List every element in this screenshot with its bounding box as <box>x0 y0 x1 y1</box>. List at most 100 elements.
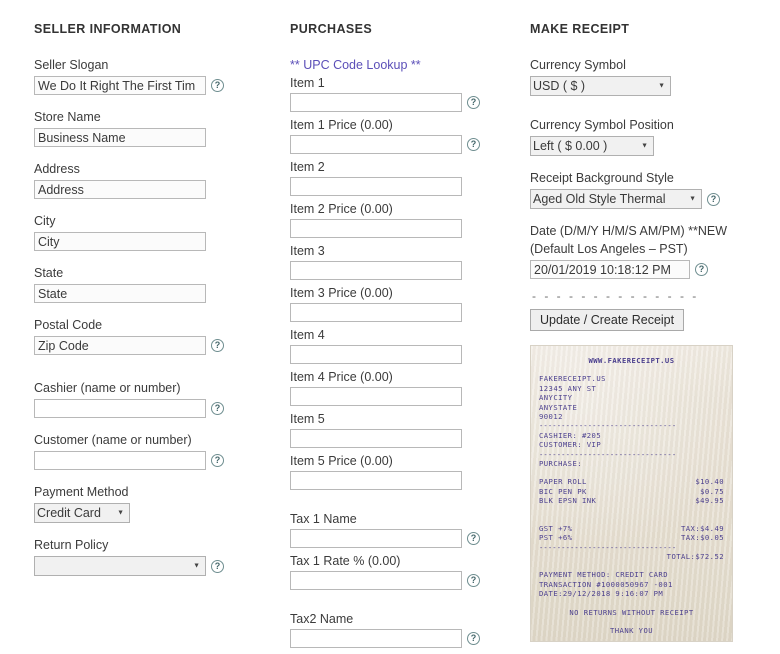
receipt-generator-page: SELLER INFORMATION Seller Slogan ? Store… <box>0 0 780 648</box>
item-1-input[interactable] <box>290 93 462 112</box>
tax-2-name-input[interactable] <box>290 629 462 648</box>
label-background-style: Receipt Background Style <box>530 171 674 185</box>
item-3-price-input[interactable] <box>290 303 462 322</box>
receipt-city: ANYCITY <box>539 393 573 403</box>
field-payment-method: Payment Method Credit Card <box>34 485 274 523</box>
help-icon[interactable]: ? <box>211 402 224 415</box>
upc-code-lookup-link[interactable]: ** UPC Code Lookup ** <box>290 58 518 72</box>
item-3-input[interactable] <box>290 261 462 280</box>
label-item-5: Item 5 <box>290 412 325 426</box>
label-currency-position: Currency Symbol Position <box>530 118 674 132</box>
field-customer: Customer (name or number) ? <box>34 433 274 470</box>
field-address: Address <box>34 162 274 199</box>
label-date-line1: Date (D/M/Y H/M/S AM/PM) **NEW <box>530 224 728 238</box>
field-currency-symbol: Currency Symbol USD ( $ ) <box>530 58 760 96</box>
update-create-receipt-button[interactable]: Update / Create Receipt <box>530 309 685 331</box>
receipt-line-item: BIC PEN PK $0.75 <box>539 487 724 496</box>
receipt-item-price: $10.40 <box>695 477 724 487</box>
field-cashier: Cashier (name or number) ? <box>34 381 274 418</box>
field-item-5-price: Item 5 Price (0.00) <box>290 454 518 490</box>
field-store-name: Store Name <box>34 110 274 147</box>
seller-slogan-input[interactable] <box>34 76 206 95</box>
section-title-purchases: PURCHASES <box>290 22 373 36</box>
receipt-store-name: FAKERECEIPT.US <box>539 374 606 384</box>
label-currency-symbol: Currency Symbol <box>530 58 626 72</box>
background-style-dropdown-wrapper: Aged Old Style Thermal <box>530 189 702 209</box>
receipt-separator: ------------------------------- <box>539 449 677 459</box>
label-tax-1-name: Tax 1 Name <box>290 512 357 526</box>
help-icon[interactable]: ? <box>211 559 224 573</box>
help-icon[interactable]: ? <box>211 79 224 92</box>
help-icon[interactable]: ? <box>467 96 480 109</box>
background-style-select[interactable]: Aged Old Style Thermal <box>530 189 702 209</box>
address-input[interactable] <box>34 180 206 199</box>
item-4-price-input[interactable] <box>290 387 462 406</box>
postal-code-input[interactable] <box>34 336 206 355</box>
label-tax-2-name: Tax2 Name <box>290 612 354 626</box>
item-5-price-input[interactable] <box>290 471 462 490</box>
date-input[interactable] <box>530 260 690 279</box>
city-input[interactable] <box>34 232 206 251</box>
item-2-price-input[interactable] <box>290 219 462 238</box>
receipt-tax-amount: TAX:$0.05 <box>681 533 724 543</box>
help-icon[interactable]: ? <box>467 532 480 545</box>
receipt-purchase-heading: PURCHASE: <box>539 459 582 469</box>
label-seller-slogan: Seller Slogan <box>34 58 109 72</box>
receipt-thank-you: THANK YOU <box>610 625 653 635</box>
receipt-customer: CUSTOMER: VIP <box>539 440 602 450</box>
receipt-item-name: PAPER ROLL <box>539 477 587 487</box>
label-tax-1-rate: Tax 1 Rate % (0.00) <box>290 554 401 568</box>
item-4-input[interactable] <box>290 345 462 364</box>
label-state: State <box>34 266 64 280</box>
receipt-item-price: $0.75 <box>700 486 724 496</box>
item-1-price-input[interactable] <box>290 135 462 154</box>
help-icon[interactable]: ? <box>467 138 480 151</box>
receipt-separator: ------------------------------- <box>539 542 677 552</box>
tax-1-rate-input[interactable] <box>290 571 462 590</box>
help-icon[interactable]: ? <box>467 632 480 645</box>
label-postal-code: Postal Code <box>34 318 103 332</box>
item-2-input[interactable] <box>290 177 462 196</box>
field-item-5: Item 5 <box>290 412 518 448</box>
field-city: City <box>34 214 274 251</box>
help-icon[interactable]: ? <box>211 454 224 467</box>
help-icon[interactable]: ? <box>467 574 480 587</box>
return-policy-select[interactable] <box>34 556 206 576</box>
receipt-separator: ------------------------------- <box>539 421 677 431</box>
field-return-policy: Return Policy ? <box>34 538 274 576</box>
help-icon[interactable]: ? <box>707 192 720 206</box>
currency-position-dropdown-wrapper: Left ( $ 0.00 ) <box>530 136 654 156</box>
section-title-seller: SELLER INFORMATION <box>34 22 182 36</box>
receipt-payment-method: PAYMENT METHOD: CREDIT CARD <box>539 570 668 580</box>
receipt-return-notice: NO RETURNS WITHOUT RECEIPT <box>569 607 694 617</box>
label-return-policy: Return Policy <box>34 538 109 552</box>
field-item-2: Item 2 <box>290 160 518 196</box>
field-item-2-price: Item 2 Price (0.00) <box>290 202 518 238</box>
receipt-cashier: CASHIER: #205 <box>539 430 602 440</box>
store-name-input[interactable] <box>34 128 206 147</box>
label-item-3-price: Item 3 Price (0.00) <box>290 286 393 300</box>
receipt-item-name: BLK EPSN INK <box>539 496 597 506</box>
label-item-2-price: Item 2 Price (0.00) <box>290 202 393 216</box>
receipt-total: TOTAL:$72.52 <box>666 551 724 561</box>
receipt-item-price: $49.95 <box>695 496 724 506</box>
field-tax-1-rate: Tax 1 Rate % (0.00) ? <box>290 554 518 590</box>
tax-1-name-input[interactable] <box>290 529 462 548</box>
currency-position-select[interactable]: Left ( $ 0.00 ) <box>530 136 654 156</box>
payment-method-select[interactable]: Credit Card <box>34 503 130 523</box>
receipt-address: 12345 ANY ST <box>539 383 597 393</box>
cashier-input[interactable] <box>34 399 206 418</box>
field-tax-2-name: Tax2 Name ? <box>290 612 518 648</box>
item-5-input[interactable] <box>290 429 462 448</box>
receipt-transaction: TRANSACTION #1000050967 -001 <box>539 579 673 589</box>
field-state: State <box>34 266 274 303</box>
currency-symbol-select[interactable]: USD ( $ ) <box>530 76 671 96</box>
state-input[interactable] <box>34 284 206 303</box>
customer-input[interactable] <box>34 451 206 470</box>
help-icon[interactable]: ? <box>695 263 708 276</box>
section-title-make-receipt: MAKE RECEIPT <box>530 22 630 36</box>
receipt-tax-name: GST +7% <box>539 523 573 533</box>
field-item-3: Item 3 <box>290 244 518 280</box>
label-item-3: Item 3 <box>290 244 325 258</box>
help-icon[interactable]: ? <box>211 339 224 352</box>
